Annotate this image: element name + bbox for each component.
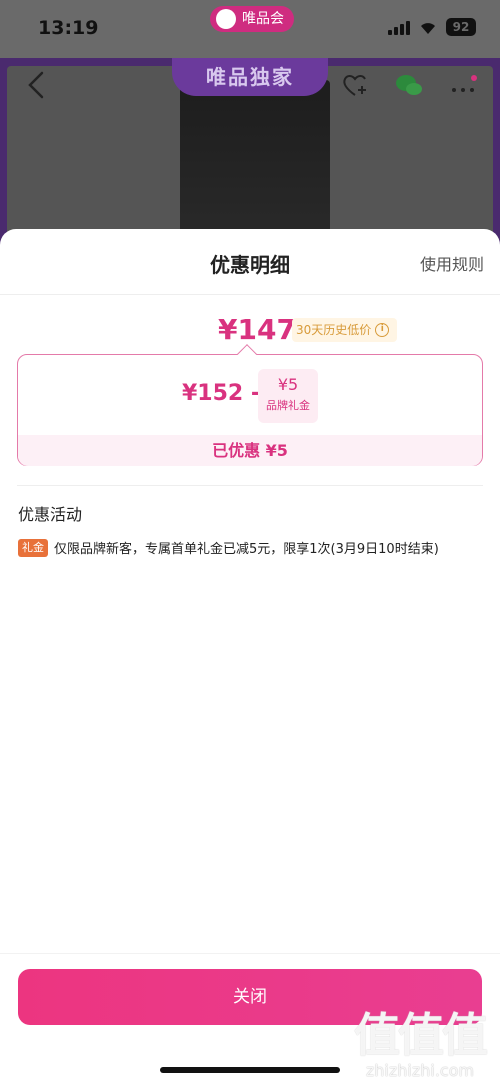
favorite-add-icon[interactable] (340, 70, 370, 100)
battery-indicator: 92 (446, 18, 476, 36)
brand-label: 唯品会 (242, 11, 284, 27)
nav-actions (340, 70, 478, 100)
info-icon[interactable]: i (375, 323, 390, 337)
price-calculation-box: ¥152 - ¥5 品牌礼金 已优惠 ¥5 (17, 344, 483, 466)
brand-pill: 唯品会 (210, 6, 294, 32)
site-watermark: 值值值 zhizhizhi.com (350, 999, 490, 1080)
original-price: ¥152 - (182, 381, 261, 406)
gift-label: 品牌礼金 (266, 399, 310, 412)
discount-detail-sheet: 优惠明细 使用规则 ¥147 30天历史低价 i ¥152 - ¥5 品牌礼金 … (0, 229, 500, 1082)
signal-icon (388, 19, 410, 35)
home-indicator[interactable] (160, 1067, 340, 1073)
watermark-domain: zhizhizhi.com (365, 1061, 475, 1080)
divider (17, 485, 483, 486)
final-price-row: ¥147 30天历史低价 i (0, 313, 500, 349)
usage-rules-link[interactable]: 使用规则 (420, 251, 484, 275)
wechat-share-icon[interactable] (394, 70, 424, 100)
promotions-section-title: 优惠活动 (18, 505, 83, 524)
bunny-logo-icon (216, 9, 236, 29)
footer-divider (0, 953, 500, 954)
exclusive-banner: 唯品独家 (172, 58, 328, 96)
promotion-tag: 礼金 (18, 538, 48, 557)
more-icon[interactable] (448, 70, 478, 100)
gift-amount: ¥5 (277, 375, 299, 394)
brand-gift-chip: ¥5 品牌礼金 (258, 369, 318, 423)
low-price-badge[interactable]: 30天历史低价 i (292, 318, 398, 342)
promotion-text: 仅限品牌新客，专属首单礼金已减5元，限享1次(3月9日10时结束) (54, 542, 439, 557)
calc-formula: ¥152 - ¥5 品牌礼金 (18, 355, 482, 435)
status-time: 13:19 (38, 17, 99, 39)
promotion-item: 礼金 仅限品牌新客，专属首单礼金已减5元，限享1次(3月9日10时结束) (18, 538, 488, 557)
saved-total: 已优惠 ¥5 (18, 435, 482, 466)
status-bar: 13:19 唯品会 92 (0, 0, 500, 58)
status-indicators: 92 (388, 18, 476, 36)
wifi-icon (421, 23, 435, 34)
low-price-badge-text: 30天历史低价 (296, 323, 372, 337)
back-icon[interactable] (24, 70, 48, 100)
sheet-header: 优惠明细 使用规则 (0, 229, 500, 295)
watermark-logo: 值值值 (354, 1008, 488, 1062)
final-price: ¥147 (218, 313, 296, 346)
